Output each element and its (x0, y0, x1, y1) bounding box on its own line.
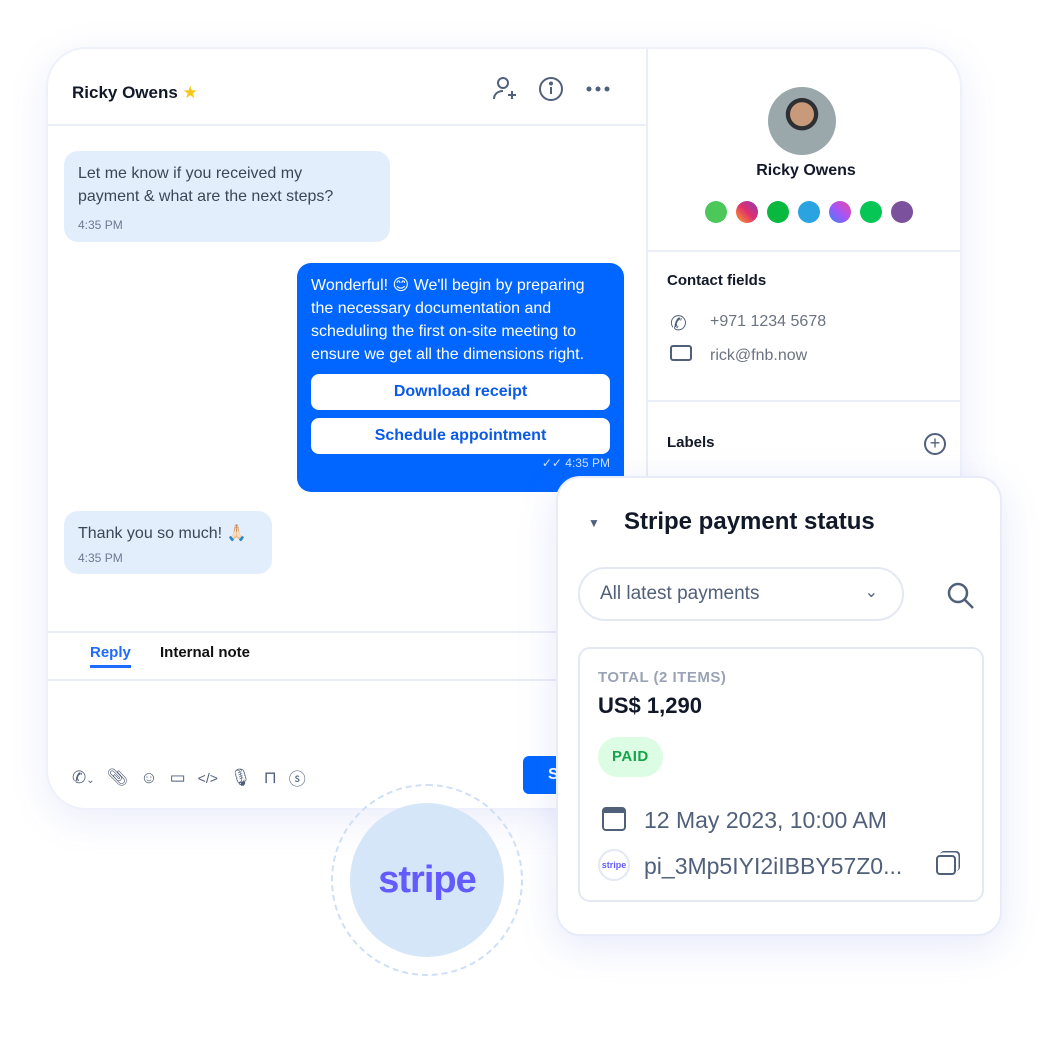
divider (48, 124, 648, 126)
copy-icon[interactable] (936, 855, 956, 875)
phone-icon: ✆ (670, 313, 687, 335)
microphone-icon[interactable]: 🎙︎ (230, 768, 252, 788)
contact-avatar (768, 87, 836, 155)
viber-icon[interactable] (891, 201, 913, 223)
line-icon[interactable] (860, 201, 882, 223)
more-icon[interactable] (586, 85, 610, 93)
quick-reply-icon[interactable]: ▭ (170, 768, 186, 788)
contact-name: Ricky Owens (756, 162, 856, 179)
status-badge: PAID (598, 737, 663, 777)
collapse-caret-icon[interactable]: ▼ (588, 516, 600, 530)
payment-id[interactable]: pi_3Mp5IYI2iIBBY57Z0... (644, 853, 902, 880)
payments-filter-dropdown[interactable]: All latest payments ⌄ (578, 567, 904, 621)
divider (648, 250, 960, 252)
messenger-icon[interactable] (829, 201, 851, 223)
message-incoming: Let me know if you received my payment &… (64, 151, 390, 242)
contact-name-header: Ricky Owens ★ (72, 83, 198, 102)
schedule-appointment-button[interactable]: Schedule appointment (311, 418, 610, 454)
whatsapp-icon[interactable] (705, 201, 727, 223)
stripe-title: Stripe payment status (624, 508, 875, 535)
add-label-icon[interactable]: + (924, 433, 946, 455)
attachment-icon[interactable]: 📎︎ (107, 768, 129, 788)
stripe-logo: stripe (350, 803, 504, 957)
shopping-bag-icon[interactable]: ⊓ (264, 768, 277, 788)
message-time: 4:35 PM (78, 218, 123, 232)
email-value[interactable]: rick@fnb.now (710, 347, 807, 365)
payment-icon[interactable]: ⓢ (289, 765, 306, 790)
instagram-icon[interactable] (736, 201, 758, 223)
info-icon[interactable] (538, 76, 564, 102)
read-receipt-icon: ✓✓ (541, 456, 562, 470)
message-incoming: Thank you so much! 🙏🏻 4:35 PM (64, 511, 272, 574)
download-receipt-button[interactable]: Download receipt (311, 374, 610, 410)
stripe-payment-card: ▼ Stripe payment status All latest payme… (556, 476, 1002, 936)
divider (648, 400, 960, 402)
stripe-small-logo: stripe (598, 849, 630, 881)
message-outgoing: Wonderful! 😊 We'll begin by preparing th… (297, 263, 624, 492)
payment-details: TOTAL (2 ITEMS) US$ 1,290 PAID 12 May 20… (578, 647, 984, 902)
search-icon[interactable] (946, 581, 976, 611)
email-icon (670, 345, 692, 361)
message-time: ✓✓ 4:35 PM (541, 456, 610, 470)
tab-reply[interactable]: Reply (90, 644, 131, 668)
total-label: TOTAL (2 ITEMS) (598, 669, 727, 686)
add-user-icon[interactable] (492, 75, 520, 103)
code-icon[interactable]: </> (198, 770, 218, 786)
tab-internal-note[interactable]: Internal note (160, 644, 250, 661)
total-amount: US$ 1,290 (598, 693, 702, 718)
message-time: 4:35 PM (78, 551, 123, 565)
telegram-icon[interactable] (798, 201, 820, 223)
wechat-icon[interactable] (767, 201, 789, 223)
emoji-icon[interactable]: ☺ (140, 768, 157, 788)
labels-title: Labels (667, 434, 715, 451)
composer-toolbar: ✆⌄ 📎︎ ☺ ▭ </> 🎙︎ ⊓ ⓢ (72, 765, 306, 790)
phone-value[interactable]: +971 1234 5678 (710, 313, 826, 331)
whatsapp-channel-icon[interactable]: ✆⌄ (72, 768, 95, 788)
calendar-icon (602, 807, 626, 831)
star-icon[interactable]: ★ (183, 83, 198, 102)
channel-icons (705, 201, 922, 228)
payment-date: 12 May 2023, 10:00 AM (644, 807, 887, 833)
chevron-down-icon: ⌄ (864, 584, 878, 601)
contact-fields-title: Contact fields (667, 272, 767, 289)
